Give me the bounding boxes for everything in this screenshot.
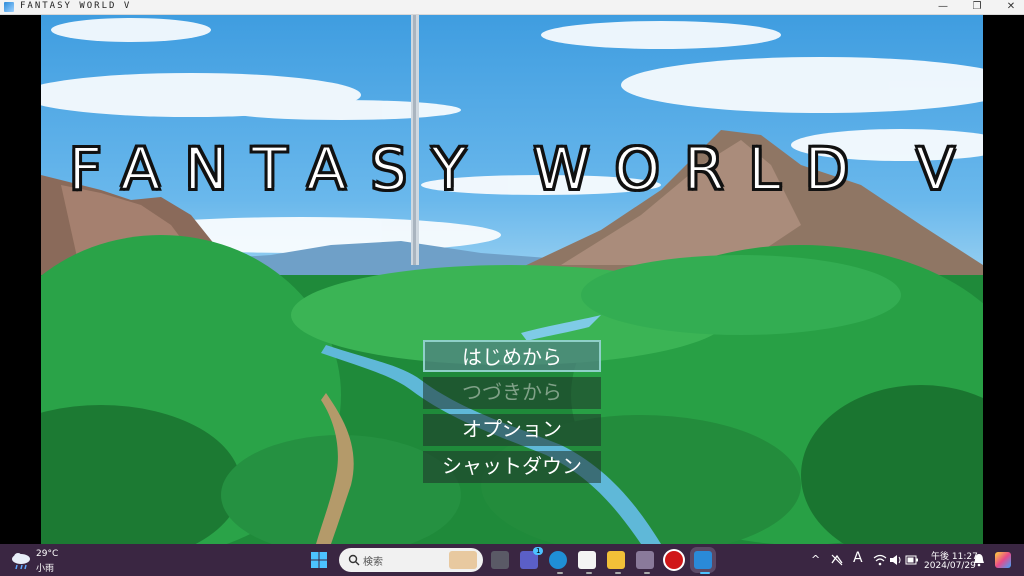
window-title: FANTASY WORLD V: [20, 1, 132, 11]
game-app-icon[interactable]: [636, 551, 654, 569]
copilot-icon[interactable]: [995, 552, 1011, 568]
ime-indicator[interactable]: A: [853, 550, 863, 566]
title-screen-background: FANTASY WORLD V はじめから つづきから オプション シャットダウ…: [41, 15, 983, 544]
wifi-icon[interactable]: [873, 553, 887, 567]
teams-badge: 1: [533, 547, 544, 555]
title-menu: はじめから つづきから オプション シャットダウン: [423, 340, 601, 488]
app-icon: [4, 2, 14, 12]
tray-overflow-chevron-icon[interactable]: ^: [811, 553, 820, 566]
options-button[interactable]: オプション: [423, 414, 601, 446]
cloud-rain-icon[interactable]: [10, 550, 32, 570]
capcut-icon[interactable]: [578, 551, 596, 569]
active-game-icon[interactable]: [694, 551, 712, 569]
running-indicator: [557, 572, 563, 574]
windows-start-icon[interactable]: [311, 552, 327, 568]
search-highlight-icon: [449, 551, 477, 569]
search-icon: [348, 554, 360, 566]
active-indicator: [700, 572, 710, 574]
game-title-logo: FANTASY WORLD V: [68, 134, 980, 204]
weather-temperature[interactable]: 29°C: [36, 549, 58, 559]
task-view-icon[interactable]: [491, 551, 509, 569]
game-viewport[interactable]: FANTASY WORLD V はじめから つづきから オプション シャットダウ…: [0, 15, 1024, 544]
notification-bell-icon[interactable]: [973, 553, 985, 567]
record-icon[interactable]: [665, 551, 683, 569]
new-game-button[interactable]: はじめから: [423, 340, 601, 372]
running-indicator: [644, 572, 650, 574]
running-indicator: [615, 572, 621, 574]
network-muted-icon[interactable]: [830, 553, 844, 567]
volume-icon[interactable]: [889, 553, 903, 567]
window-titlebar[interactable]: FANTASY WORLD V — ❐ ✕: [0, 0, 1024, 15]
search-placeholder: 検索: [363, 557, 383, 568]
maximize-button[interactable]: ❐: [960, 0, 994, 15]
continue-button: つづきから: [423, 377, 601, 409]
minimize-button[interactable]: —: [926, 0, 960, 15]
taskbar: 29°C 小雨 検索 1 ^ A 午後 11:27 2024/07/29: [0, 544, 1024, 576]
taskbar-search[interactable]: 検索: [339, 548, 483, 572]
battery-icon[interactable]: [905, 553, 919, 567]
file-explorer-icon[interactable]: [607, 551, 625, 569]
weather-description[interactable]: 小雨: [36, 561, 54, 574]
clock-date[interactable]: 2024/07/29: [924, 561, 976, 571]
running-indicator: [586, 572, 592, 574]
close-button[interactable]: ✕: [994, 0, 1024, 15]
shutdown-button[interactable]: シャットダウン: [423, 451, 601, 483]
edge-icon[interactable]: [549, 551, 567, 569]
